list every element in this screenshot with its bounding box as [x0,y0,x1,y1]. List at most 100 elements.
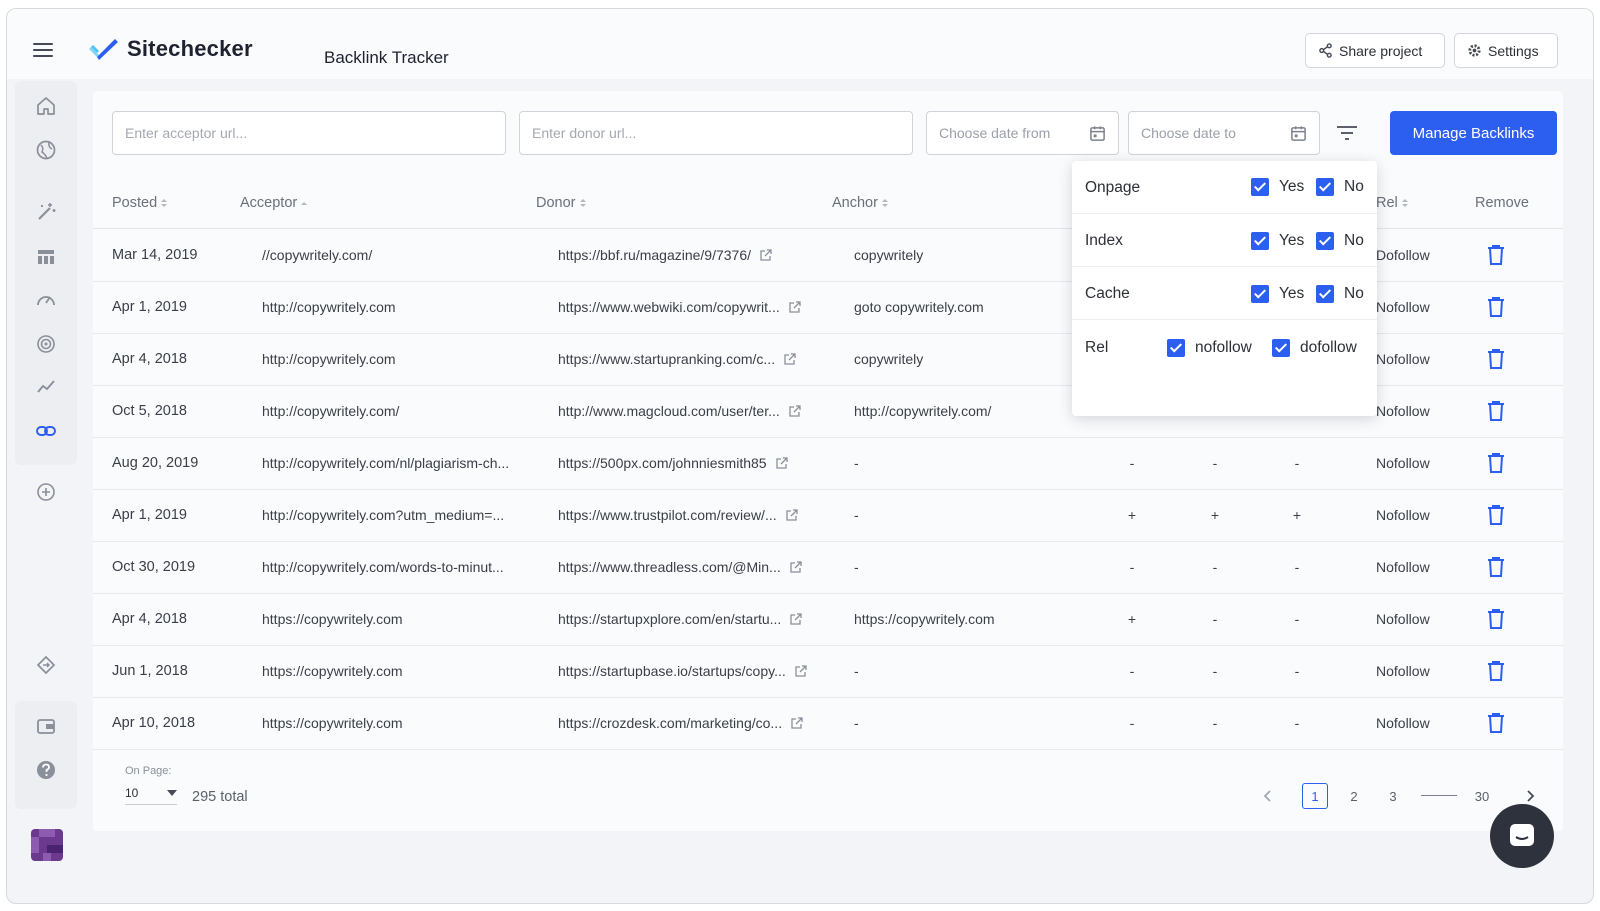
page-button-3[interactable]: 3 [1380,783,1406,809]
donor-link[interactable]: https://www.threadless.com/@Min... [558,559,803,575]
external-link-icon[interactable] [794,664,808,678]
acceptor-url: http://copywritely.com/nl/plagiarism-ch.… [262,455,510,471]
share-project-button[interactable]: Share project [1305,33,1445,68]
share-icon [1319,43,1332,58]
acceptor-url: https://copywritely.com [262,663,403,679]
donor-url: https://crozdesk.com/marketing/co... [558,715,783,731]
external-link-icon[interactable] [790,716,804,730]
column-donor-label: Donor [536,195,576,211]
wallet-icon[interactable] [35,715,57,737]
rel-value: Nofollow [1376,299,1430,315]
date-from-picker[interactable]: Choose date from [926,111,1119,155]
external-link-icon[interactable] [789,560,803,574]
external-link-icon[interactable] [785,508,799,522]
donor-link[interactable]: https://startupxplore.com/en/startu... [558,611,803,627]
donor-link[interactable]: https://www.startupranking.com/c... [558,351,797,367]
chat-launcher-button[interactable] [1490,804,1554,868]
target-icon[interactable] [35,333,57,355]
donor-url-field[interactable] [532,125,900,141]
donor-link[interactable]: https://500px.com/johnniesmith85 [558,455,789,471]
cache-yes-label: Yes [1279,285,1305,302]
external-link-icon[interactable] [759,248,773,262]
donor-link[interactable]: https://www.webwiki.com/copywrit... [558,299,802,315]
trash-icon[interactable] [1487,556,1505,578]
external-link-icon[interactable] [789,612,803,626]
onpage-no-label: No [1344,178,1364,195]
trash-icon[interactable] [1487,660,1505,682]
menu-icon[interactable] [33,43,53,57]
donor-link[interactable]: http://www.magcloud.com/user/ter... [558,403,802,419]
trend-icon[interactable] [35,376,57,398]
trash-icon[interactable] [1487,712,1505,734]
posted-date: Apr 4, 2018 [112,611,187,627]
calendar-icon [1090,125,1105,141]
donor-link[interactable]: https://www.trustpilot.com/review/... [558,507,799,523]
donor-link[interactable]: https://startupbase.io/startups/copy... [558,663,808,679]
share-label: Share project [1339,42,1423,59]
home-icon[interactable] [35,95,57,117]
manage-backlinks-button[interactable]: Manage Backlinks [1390,111,1557,155]
help-icon[interactable] [35,759,57,781]
donor-link[interactable]: https://crozdesk.com/marketing/co... [558,715,804,731]
anchor-text: copywritely [854,247,924,263]
page-button-1[interactable]: 1 [1302,783,1328,809]
external-link-icon[interactable] [783,352,797,366]
anchor-text: - [854,715,859,731]
filter-icon[interactable] [1335,122,1359,144]
index-filter-label: Index [1085,232,1123,249]
cache-yes-checkbox[interactable]: Yes [1251,285,1304,303]
brand-logo[interactable]: Sitechecker [87,35,253,63]
page-size-select[interactable]: 10 [125,781,177,805]
rel-filter-row: Rel nofollow dofollow [1072,320,1377,373]
tag-icon[interactable] [35,654,57,676]
column-anchor[interactable]: Anchor [832,195,888,211]
rel-value: Nofollow [1376,455,1430,471]
globe-icon[interactable] [35,139,57,161]
external-link-icon[interactable] [775,456,789,470]
posted-date: Apr 1, 2019 [112,299,187,315]
trash-icon[interactable] [1487,296,1505,318]
column-rel[interactable]: Rel [1376,195,1408,211]
trash-icon[interactable] [1487,452,1505,474]
index-yes-checkbox[interactable]: Yes [1251,232,1304,250]
external-link-icon[interactable] [788,404,802,418]
anchor-text: copywritely [854,351,924,367]
table-icon[interactable] [35,246,57,268]
donor-link[interactable]: https://bbf.ru/magazine/9/7376/ [558,247,773,263]
donor-url-input[interactable] [519,111,913,155]
trash-icon[interactable] [1487,608,1505,630]
rel-nofollow-checkbox[interactable]: nofollow [1167,339,1252,357]
page-size-value: 10 [125,785,139,800]
column-posted[interactable]: Posted [112,195,168,211]
speedometer-icon[interactable] [35,289,57,311]
trash-icon[interactable] [1487,244,1505,266]
plus-circle-icon[interactable] [35,481,57,503]
table-row: Apr 4, 2018 https://copywritely.com http… [93,594,1563,646]
acceptor-url-input[interactable] [112,111,506,155]
cache-no-checkbox[interactable]: No [1316,285,1364,303]
external-link-icon[interactable] [788,300,802,314]
posted-date: Mar 14, 2019 [112,247,198,263]
checkbox-checked-icon [1251,232,1269,250]
page-button-30[interactable]: 30 [1469,783,1495,809]
onpage-no-checkbox[interactable]: No [1316,178,1364,196]
rel-dofollow-checkbox[interactable]: dofollow [1272,339,1357,357]
trash-icon[interactable] [1487,504,1505,526]
settings-button[interactable]: Settings [1454,33,1558,68]
magic-wand-icon[interactable] [35,201,57,223]
trash-icon[interactable] [1487,348,1505,370]
chevron-left-icon[interactable] [1259,783,1275,809]
avatar[interactable] [31,829,63,861]
page-button-2[interactable]: 2 [1341,783,1367,809]
onpage-yes-checkbox[interactable]: Yes [1251,178,1304,196]
filter-popover: Onpage Yes No Index Yes No Cache Yes No … [1072,161,1377,416]
link-icon[interactable] [35,420,57,442]
date-to-picker[interactable]: Choose date to [1128,111,1320,155]
index-no-checkbox[interactable]: No [1316,232,1364,250]
trash-icon[interactable] [1487,400,1505,422]
settings-label: Settings [1488,42,1539,59]
column-donor[interactable]: Donor [536,195,586,211]
acceptor-url-field[interactable] [125,125,493,141]
donor-url: https://500px.com/johnniesmith85 [558,455,767,471]
column-acceptor[interactable]: Acceptor [240,195,308,211]
